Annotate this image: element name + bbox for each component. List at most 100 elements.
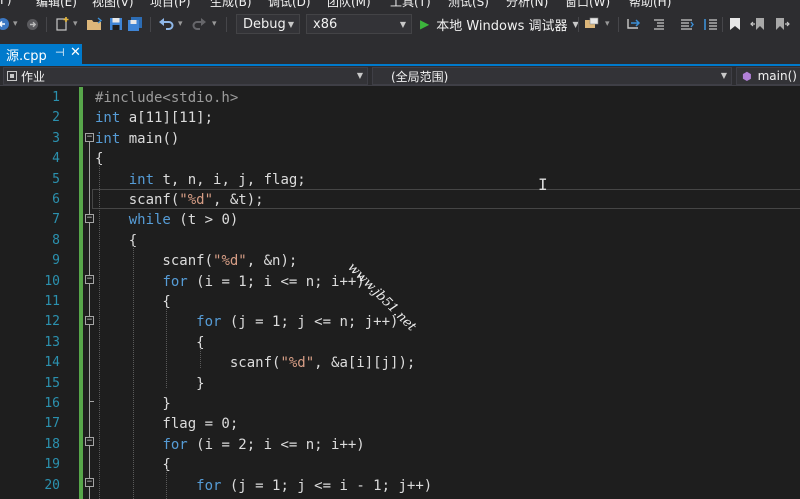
- play-icon: ▶: [420, 17, 430, 31]
- code-line[interactable]: for (i = 1; i <= n; i++): [95, 272, 364, 292]
- pin-icon[interactable]: ⊣: [55, 46, 65, 59]
- tab-source-cpp[interactable]: 源.cpp ⊣ ✕: [0, 44, 82, 64]
- menu-analyze[interactable]: 分析(N): [506, 0, 548, 8]
- code-line[interactable]: #include<stdio.h>: [95, 88, 238, 108]
- back-dropdown-icon[interactable]: ▾: [13, 8, 18, 40]
- close-icon[interactable]: ✕: [70, 45, 81, 60]
- line-number: 18: [44, 436, 60, 452]
- outline-end-mark: [89, 401, 94, 402]
- browser-link-icon[interactable]: [584, 8, 600, 40]
- menu-debug[interactable]: 调试(D): [268, 0, 311, 8]
- line-number: 2: [52, 110, 60, 126]
- indent-guide: [133, 246, 134, 499]
- code-line[interactable]: int main(): [95, 129, 179, 149]
- project-dropdown[interactable]: 作业 ▼: [3, 67, 368, 85]
- string-token: "%d": [179, 192, 214, 208]
- menu-team[interactable]: 团队(M): [327, 0, 371, 8]
- keyword-token: for: [162, 273, 188, 290]
- scope-dropdown[interactable]: (全局范围) ▼: [372, 67, 732, 85]
- keyword-token: while: [128, 212, 171, 229]
- collapse-while-icon[interactable]: −: [85, 214, 94, 223]
- menu-view[interactable]: 视图(V): [92, 0, 134, 8]
- back-icon[interactable]: [0, 8, 10, 40]
- save-all-icon[interactable]: [127, 8, 143, 40]
- toolbar-separator: [578, 17, 579, 32]
- code-line[interactable]: for (j = 1; j <= n; j++): [95, 312, 398, 332]
- menu-project[interactable]: 项目(P): [150, 0, 191, 8]
- step-into-icon[interactable]: [626, 8, 642, 40]
- comment-lines-icon[interactable]: [704, 8, 718, 40]
- menu-window[interactable]: 窗口(W): [565, 0, 610, 8]
- line-number: 9: [52, 253, 60, 269]
- member-dropdown[interactable]: ⬢ main(): [736, 67, 800, 85]
- new-project-icon[interactable]: [55, 8, 71, 40]
- collapse-for-icon[interactable]: −: [85, 478, 94, 487]
- line-number: 3: [52, 130, 60, 146]
- next-bookmark-icon[interactable]: [774, 8, 790, 40]
- line-number: 5: [52, 171, 60, 187]
- code-token: flag = 0;: [95, 416, 239, 433]
- code-token: , &a[i][j]);: [314, 355, 416, 372]
- code-line[interactable]: }: [95, 374, 205, 394]
- menu-file[interactable]: F): [0, 0, 12, 7]
- menu-build[interactable]: 生成(B): [210, 0, 252, 8]
- bookmark-icon[interactable]: [729, 8, 741, 40]
- solution-platform-select[interactable]: x86 ▼: [306, 14, 412, 34]
- code-line[interactable]: scanf("%d", &a[i][j]);: [95, 353, 415, 373]
- step-out-icon[interactable]: [679, 8, 694, 40]
- line-number: 15: [44, 375, 60, 391]
- menu-test[interactable]: 测试(S): [448, 0, 489, 8]
- new-project-dropdown-icon[interactable]: ▾: [73, 8, 78, 40]
- start-debugging-button[interactable]: ▶ 本地 Windows 调试器 ▼: [420, 8, 579, 40]
- method-icon: ⬢: [742, 69, 752, 83]
- code-token: {: [95, 232, 138, 249]
- menu-edit[interactable]: 编辑(E): [36, 0, 77, 8]
- code-line[interactable]: while (t > 0): [95, 210, 239, 230]
- browser-link-dropdown-icon[interactable]: ▾: [605, 8, 610, 40]
- collapse-for-icon[interactable]: −: [85, 275, 94, 284]
- step-over-icon[interactable]: [652, 8, 666, 40]
- chevron-down-icon: ▼: [287, 20, 294, 29]
- code-token: }: [95, 375, 205, 392]
- code-line[interactable]: for (i = 2; i <= n; i++): [95, 435, 364, 455]
- previous-bookmark-icon[interactable]: [750, 8, 766, 40]
- undo-dropdown-icon[interactable]: ▾: [178, 8, 183, 40]
- code-line[interactable]: for (j = 1; j <= i - 1; j++): [95, 476, 432, 496]
- code-token: (j = 1; j <= i - 1; j++): [221, 477, 433, 494]
- code-line[interactable]: {: [95, 333, 205, 353]
- toolbar-separator: [150, 17, 151, 32]
- forward-icon[interactable]: [26, 8, 39, 40]
- collapse-for-icon[interactable]: −: [85, 316, 94, 325]
- change-tracking-bar: [79, 87, 83, 499]
- code-line[interactable]: scanf("%d", &t);: [95, 190, 264, 210]
- chevron-down-icon: ▼: [720, 71, 727, 80]
- code-token: scanf(: [95, 355, 281, 372]
- code-token: (t > 0): [170, 212, 239, 229]
- toolbar-separator: [618, 17, 619, 32]
- code-line[interactable]: int t, n, i, j, flag;: [95, 170, 306, 190]
- code-token: {: [95, 334, 205, 351]
- code-editor[interactable]: 1 2 3 4 5 6 7 8 9 10 11 12 13 14 15 16 17 18 19 20 #include…: [0, 87, 800, 499]
- line-number: 11: [44, 294, 60, 309]
- toolbar-separator: [46, 17, 47, 32]
- menu-help[interactable]: 帮助(H): [629, 0, 671, 8]
- tab-label: 源.cpp: [6, 48, 47, 64]
- solution-platform-value: x86: [313, 16, 338, 32]
- code-token: , &n);: [246, 253, 298, 270]
- redo-icon[interactable]: [192, 8, 207, 40]
- open-file-icon[interactable]: [86, 8, 103, 40]
- collapse-main-icon[interactable]: −: [85, 133, 94, 142]
- menu-tools[interactable]: 工具(T): [390, 0, 431, 8]
- start-debugging-label: 本地 Windows 调试器: [436, 18, 568, 34]
- code-line[interactable]: int a[11][11];: [95, 108, 213, 128]
- code-line[interactable]: scanf("%d", &n);: [95, 251, 297, 271]
- redo-dropdown-icon[interactable]: ▾: [212, 8, 217, 40]
- code-line[interactable]: flag = 0;: [95, 414, 238, 434]
- undo-icon[interactable]: [158, 8, 174, 40]
- solution-configuration-select[interactable]: Debug ▼: [236, 14, 300, 34]
- save-icon[interactable]: [109, 8, 123, 40]
- code-line[interactable]: {: [95, 231, 137, 251]
- collapse-for-icon[interactable]: −: [85, 437, 94, 446]
